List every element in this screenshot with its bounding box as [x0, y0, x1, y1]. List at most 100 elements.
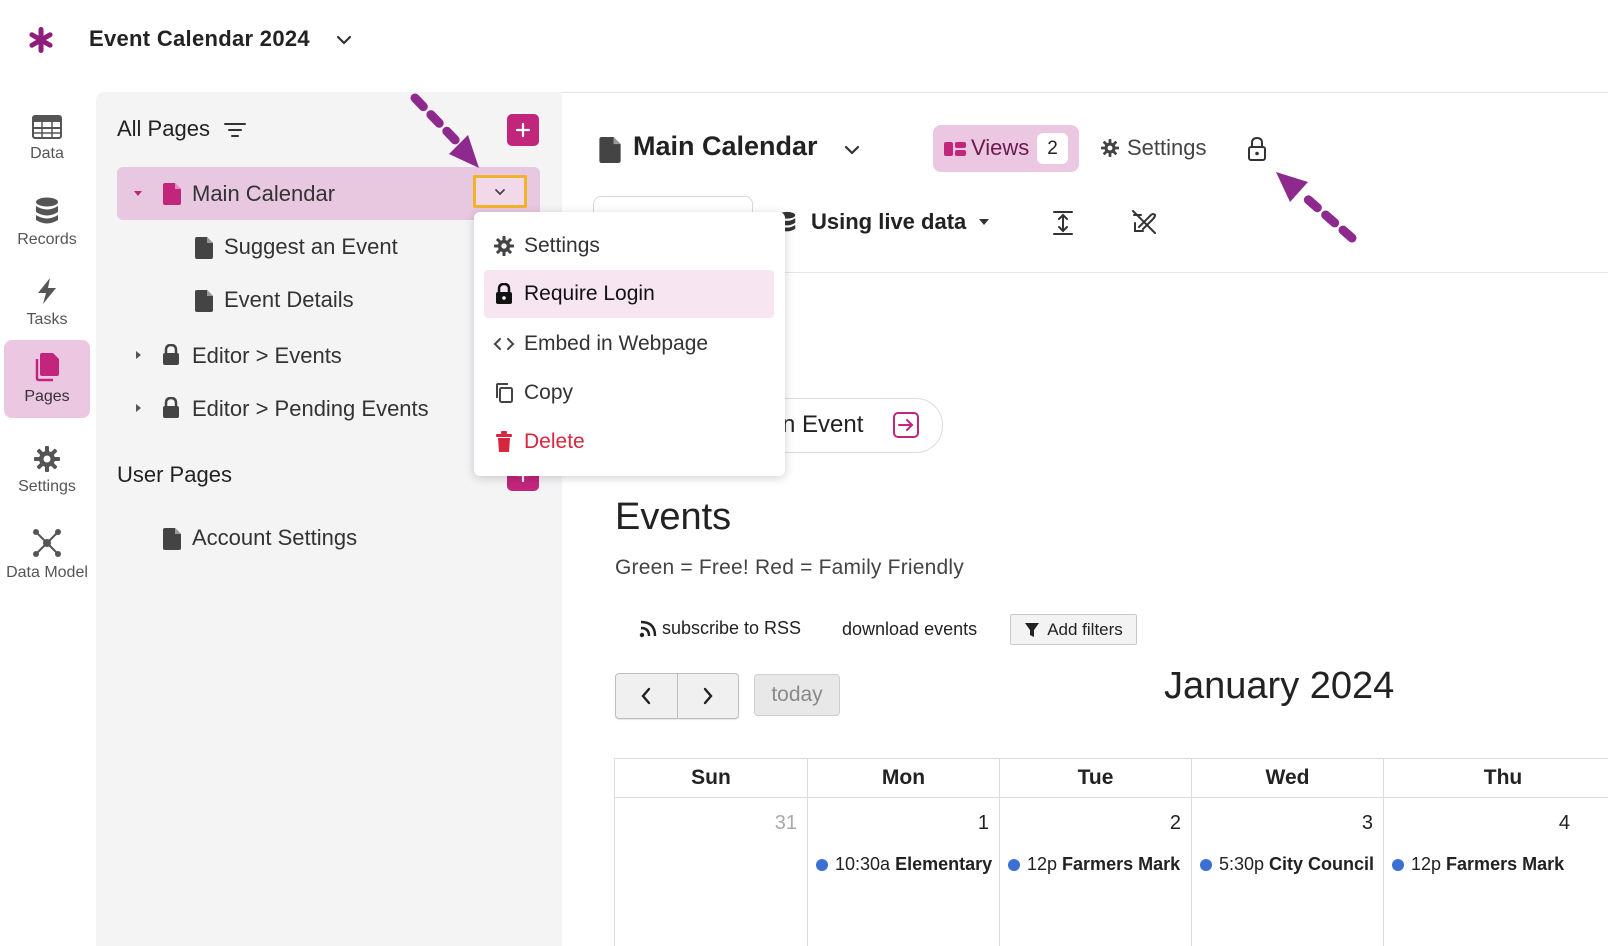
app-title[interactable]: Event Calendar 2024 — [89, 26, 310, 52]
caret-down-icon[interactable] — [133, 188, 143, 198]
plus-icon — [515, 122, 531, 138]
menu-item-delete[interactable]: Delete — [484, 418, 774, 466]
menu-item-settings[interactable]: Settings — [484, 222, 774, 270]
event-title: Elementary — [895, 854, 993, 874]
nav-item-tasks[interactable]: Tasks — [4, 264, 90, 342]
calendar-day-cell[interactable]: 2 12p Farmers Mark — [999, 797, 1192, 946]
live-data-select[interactable]: Using live data — [811, 209, 966, 235]
rss-label: subscribe to RSS — [662, 618, 802, 638]
chevron-right-icon — [702, 686, 714, 706]
calendar-day-cell[interactable]: 3 5:30p City Council — [1191, 797, 1384, 946]
calendar-day-cell[interactable]: 31 — [614, 797, 808, 946]
caret-down-icon[interactable] — [977, 217, 991, 227]
tree-item-label[interactable]: Editor > Pending Events — [192, 396, 429, 422]
calendar-event[interactable]: 12p Farmers Mark — [1008, 854, 1189, 875]
calendar-grid: Sun Mon Tue Wed Thu 31 1 10:30a Elementar… — [614, 758, 1608, 946]
chevron-down-icon — [493, 187, 507, 197]
event-time: 10:30a — [835, 854, 891, 874]
subscribe-rss-link[interactable]: subscribe to RSS — [638, 618, 801, 639]
day-number: 1 — [977, 812, 989, 834]
nav-item-label: Pages — [24, 388, 70, 405]
tree-item-label[interactable]: Suggest an Event — [224, 234, 398, 260]
settings-tab[interactable]: Settings — [1127, 135, 1207, 161]
lock-icon — [162, 344, 180, 366]
event-dot — [816, 858, 828, 871]
lock-icon — [484, 283, 524, 305]
nav-item-records[interactable]: Records — [4, 184, 90, 262]
views-label: Views — [971, 135, 1030, 160]
nav-item-data[interactable]: Data — [4, 100, 90, 178]
calendar-header-sun: Sun — [614, 758, 808, 798]
add-filters-label: Add filters — [1047, 619, 1123, 639]
menu-item-require-login[interactable]: Require Login — [484, 270, 774, 318]
all-pages-title: All Pages — [117, 116, 210, 141]
today-button[interactable]: today — [754, 674, 840, 716]
copy-icon — [484, 382, 524, 404]
tree-item-label[interactable]: Event Details — [224, 287, 354, 313]
chevron-left-icon — [640, 686, 652, 706]
page-options-button[interactable] — [473, 175, 527, 208]
lock-icon — [162, 397, 180, 419]
download-events-link[interactable]: download events — [842, 619, 977, 640]
calendar-event[interactable]: 5:30p City Council — [1200, 854, 1381, 875]
add-page-button[interactable] — [507, 114, 539, 146]
nav-item-label: Records — [17, 231, 77, 248]
menu-item-label: Embed in Webpage — [524, 332, 709, 355]
nav-item-settings[interactable]: Settings — [4, 432, 90, 510]
page-icon — [599, 137, 621, 163]
menu-item-label: Settings — [524, 234, 600, 257]
filter-lines-icon[interactable] — [224, 121, 246, 139]
nav-item-label: Settings — [18, 478, 76, 495]
event-title: City Council — [1269, 854, 1375, 874]
menu-item-label: Copy — [524, 381, 574, 404]
add-filters-button[interactable]: Add filters — [1010, 614, 1137, 645]
sign-in-arrow-icon — [892, 411, 920, 439]
page-icon — [195, 290, 213, 312]
app-logo-icon[interactable] — [27, 26, 55, 54]
divider — [562, 92, 1608, 93]
events-description: Green = Free! Red = Family Friendly — [615, 556, 964, 579]
next-month-button[interactable] — [676, 674, 739, 718]
event-title: Farmers Mark — [1062, 854, 1181, 874]
calendar-nav-group — [615, 673, 739, 719]
page-icon — [163, 183, 181, 205]
event-time: 12p — [1411, 854, 1442, 874]
table-icon — [32, 115, 62, 139]
calendar-day-cell[interactable]: 4 12p Farmers Mark — [1383, 797, 1608, 946]
calendar-header-tue: Tue — [999, 758, 1192, 798]
calendar-day-cell[interactable]: 1 10:30a Elementary — [807, 797, 1000, 946]
height-adjust-icon[interactable] — [1052, 210, 1074, 236]
nav-item-pages[interactable]: Pages — [4, 340, 90, 418]
chevron-down-icon[interactable] — [842, 140, 862, 160]
prev-month-button[interactable] — [616, 674, 677, 718]
views-count-badge: 2 — [1037, 133, 1068, 164]
event-dot — [1392, 858, 1404, 871]
suggest-event-label: n Event — [782, 411, 864, 438]
tree-item-label[interactable]: Account Settings — [192, 525, 357, 551]
gear-icon — [484, 236, 524, 256]
views-icon — [944, 142, 966, 156]
caret-right-icon[interactable] — [134, 350, 142, 360]
tree-item-label[interactable]: Editor > Events — [192, 343, 342, 369]
calendar-event[interactable]: 10:30a Elementary — [816, 854, 997, 875]
gear-icon[interactable] — [1101, 139, 1119, 157]
caret-right-icon[interactable] — [134, 403, 142, 413]
day-number: 4 — [1558, 812, 1570, 834]
brush-off-icon[interactable] — [1131, 209, 1157, 235]
month-title: January 2024 — [1164, 665, 1395, 707]
funnel-icon — [1024, 622, 1040, 638]
unlock-icon[interactable] — [1246, 136, 1268, 162]
user-pages-title: User Pages — [117, 462, 232, 487]
day-number: 2 — [1169, 812, 1181, 834]
page-title[interactable]: Main Calendar — [633, 131, 818, 162]
chevron-down-icon[interactable] — [334, 30, 354, 50]
nav-item-data-model[interactable]: Data Model — [3, 516, 91, 594]
events-heading: Events — [615, 496, 732, 538]
day-number: 31 — [774, 812, 797, 834]
calendar-event[interactable]: 12p Farmers Mark — [1392, 854, 1608, 875]
calendar-header-wed: Wed — [1191, 758, 1384, 798]
menu-item-embed[interactable]: Embed in Webpage — [484, 320, 774, 368]
menu-item-copy[interactable]: Copy — [484, 369, 774, 417]
nav-item-label: Data — [30, 145, 64, 162]
menu-item-label: Delete — [524, 430, 585, 453]
